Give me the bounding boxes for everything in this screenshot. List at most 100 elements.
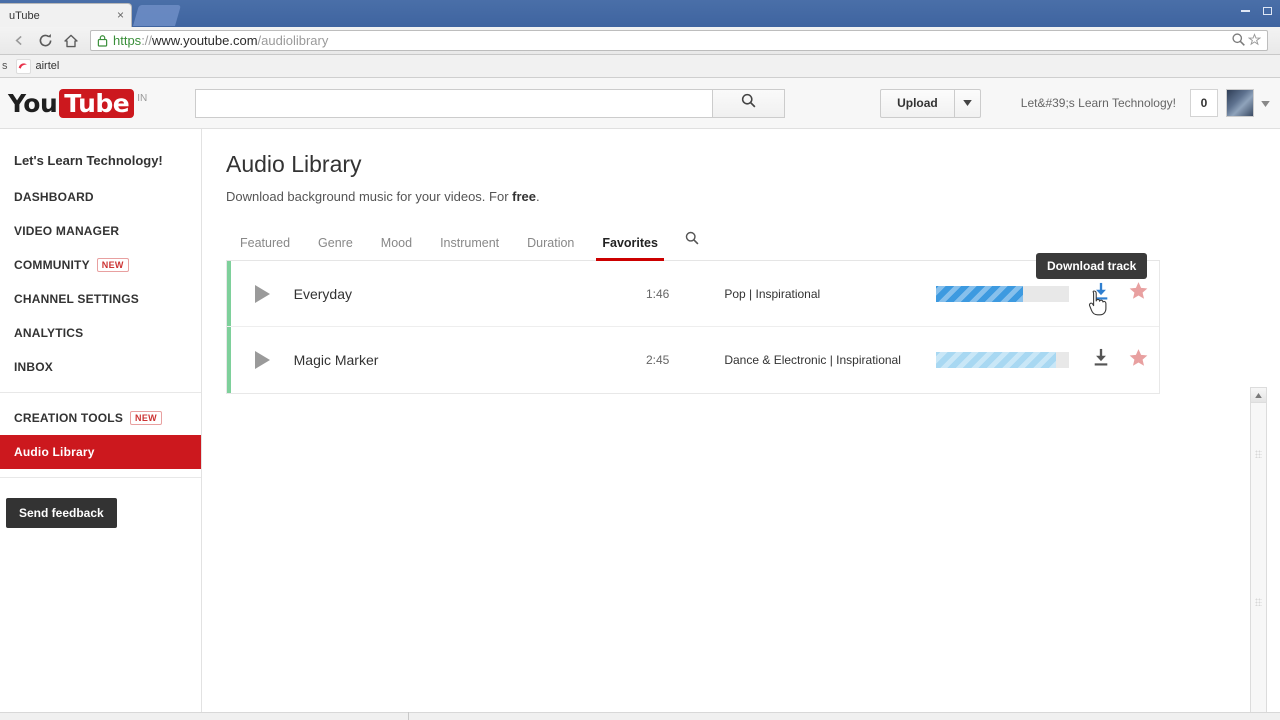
bookmark-bar: s airtel bbox=[0, 55, 1280, 78]
track-list: Everyday 1:46 Pop | Inspirational Magic … bbox=[226, 261, 1160, 394]
url-path: /audiolibrary bbox=[257, 33, 329, 48]
maximize-icon[interactable] bbox=[1258, 3, 1276, 18]
play-button[interactable] bbox=[231, 351, 294, 369]
sidebar-item-dashboard[interactable]: DASHBOARD bbox=[0, 180, 201, 214]
omnibox-actions bbox=[1231, 32, 1262, 50]
download-progress-bar bbox=[936, 352, 1070, 368]
sidebar-item-video-manager[interactable]: VIDEO MANAGER bbox=[0, 214, 201, 248]
scroll-up-button[interactable] bbox=[1251, 388, 1266, 403]
bookmark-overflow-label: s bbox=[2, 60, 8, 72]
sidebar-item-label: DASHBOARD bbox=[14, 190, 94, 204]
sidebar: Let's Learn Technology! DASHBOARD VIDEO … bbox=[0, 129, 202, 720]
browser-tab[interactable]: uTube × bbox=[0, 3, 132, 27]
sidebar-item-label: Audio Library bbox=[14, 445, 95, 459]
send-feedback-button[interactable]: Send feedback bbox=[6, 498, 117, 528]
subtitle-emphasis: free bbox=[512, 189, 536, 204]
sidebar-item-audio-library[interactable]: Audio Library bbox=[0, 435, 201, 469]
notification-count[interactable]: 0 bbox=[1190, 89, 1218, 117]
search-button[interactable] bbox=[713, 88, 785, 118]
track-category: Dance & Electronic | Inspirational bbox=[724, 353, 901, 367]
lock-icon bbox=[97, 34, 108, 47]
track-area: Everyday 1:46 Pop | Inspirational Magic … bbox=[226, 253, 1160, 394]
avatar[interactable] bbox=[1226, 89, 1254, 117]
youtube-header: You Tube IN Upload Let&#39;s Learn Techn… bbox=[0, 78, 1280, 129]
close-icon[interactable]: × bbox=[117, 8, 124, 22]
bookmark-item-airtel[interactable]: airtel bbox=[10, 57, 66, 76]
tab-search-button[interactable] bbox=[672, 226, 712, 260]
logo-tube-text: Tube bbox=[59, 88, 135, 118]
upload-button[interactable]: Upload bbox=[880, 88, 955, 118]
url-host: www.youtube.com bbox=[152, 33, 258, 48]
url-separator: :// bbox=[141, 33, 153, 48]
tab-instrument[interactable]: Instrument bbox=[426, 230, 513, 260]
sidebar-item-label: INBOX bbox=[14, 360, 54, 374]
subtitle-prefix: Download background music for your video… bbox=[226, 189, 513, 204]
header-right-actions: Upload Let&#39;s Learn Technology! 0 bbox=[880, 88, 1280, 118]
star-icon bbox=[1128, 348, 1149, 373]
upload-group: Upload bbox=[880, 88, 981, 118]
tab-featured[interactable]: Featured bbox=[226, 230, 304, 260]
download-icon bbox=[1092, 348, 1110, 372]
browser-tab-title: uTube bbox=[9, 9, 40, 22]
logo-country-code: IN bbox=[137, 92, 148, 104]
sidebar-divider-bottom bbox=[0, 477, 201, 478]
browser-toolbar: https :// www.youtube.com /audiolibrary bbox=[0, 27, 1280, 55]
tab-duration[interactable]: Duration bbox=[513, 230, 588, 260]
new-badge: NEW bbox=[96, 258, 129, 272]
scrollbar-grip bbox=[1255, 450, 1262, 458]
sidebar-item-community[interactable]: COMMUNITY NEW bbox=[0, 248, 201, 282]
header-search bbox=[195, 88, 785, 118]
download-shelf bbox=[0, 712, 1280, 720]
favorite-button[interactable] bbox=[1118, 348, 1159, 373]
search-input[interactable] bbox=[195, 88, 713, 118]
main-content: Audio Library Download background music … bbox=[202, 129, 1280, 720]
sidebar-item-analytics[interactable]: ANALYTICS bbox=[0, 316, 201, 350]
sidebar-item-label: VIDEO MANAGER bbox=[14, 224, 120, 238]
url-scheme: https bbox=[113, 33, 142, 48]
track-category: Pop | Inspirational bbox=[724, 286, 821, 301]
progress-fill bbox=[936, 352, 1056, 368]
new-tab-button[interactable] bbox=[132, 5, 182, 26]
favorite-button[interactable] bbox=[1118, 281, 1159, 306]
tab-favorites[interactable]: Favorites bbox=[588, 230, 672, 261]
tab-mood[interactable]: Mood bbox=[367, 230, 426, 260]
page-subtitle: Download background music for your video… bbox=[226, 189, 1280, 204]
download-icon bbox=[1092, 282, 1110, 306]
play-button[interactable] bbox=[231, 284, 294, 303]
browser-titlebar: uTube × bbox=[0, 0, 1280, 27]
reload-icon[interactable] bbox=[32, 29, 58, 53]
home-icon[interactable] bbox=[58, 29, 84, 53]
download-tooltip: Download track bbox=[1036, 253, 1148, 279]
shelf-divider bbox=[408, 712, 409, 720]
download-button[interactable] bbox=[1083, 348, 1118, 372]
table-row[interactable]: Magic Marker 2:45 Dance & Electronic | I… bbox=[227, 327, 1159, 393]
zoom-icon[interactable] bbox=[1231, 32, 1246, 50]
play-icon bbox=[254, 284, 270, 303]
airtel-favicon-icon bbox=[15, 58, 31, 74]
progress-fill bbox=[936, 285, 1023, 302]
logo-you-text: You bbox=[8, 88, 58, 118]
chevron-down-icon[interactable] bbox=[954, 88, 981, 118]
category-tabs: Featured Genre Mood Instrument Duration … bbox=[226, 226, 1160, 261]
page-body: Let's Learn Technology! DASHBOARD VIDEO … bbox=[0, 129, 1280, 720]
tab-genre[interactable]: Genre bbox=[304, 230, 367, 260]
sidebar-item-inbox[interactable]: INBOX bbox=[0, 350, 201, 384]
table-row[interactable]: Everyday 1:46 Pop | Inspirational bbox=[227, 261, 1159, 327]
sidebar-item-channel-settings[interactable]: CHANNEL SETTINGS bbox=[0, 282, 201, 316]
back-icon[interactable] bbox=[6, 29, 32, 53]
track-title: Everyday bbox=[293, 285, 352, 302]
account-chevron-down-icon[interactable] bbox=[1261, 94, 1270, 112]
star-bookmark-icon[interactable] bbox=[1247, 32, 1262, 49]
inner-scrollbar[interactable] bbox=[1250, 387, 1267, 720]
track-duration: 1:46 bbox=[645, 286, 670, 301]
search-icon bbox=[740, 92, 757, 114]
address-bar[interactable]: https :// www.youtube.com /audiolibrary bbox=[90, 30, 1268, 51]
sidebar-item-creation-tools[interactable]: CREATION TOOLS NEW bbox=[0, 401, 201, 435]
sidebar-channel-name[interactable]: Let's Learn Technology! bbox=[0, 143, 201, 180]
youtube-logo[interactable]: You Tube IN bbox=[0, 88, 195, 118]
sidebar-item-label: COMMUNITY bbox=[14, 258, 90, 272]
tab-strip: uTube × bbox=[0, 0, 1280, 27]
download-button[interactable] bbox=[1083, 282, 1118, 306]
minimize-icon[interactable] bbox=[1236, 3, 1254, 18]
sidebar-item-label: CREATION TOOLS bbox=[14, 411, 124, 425]
